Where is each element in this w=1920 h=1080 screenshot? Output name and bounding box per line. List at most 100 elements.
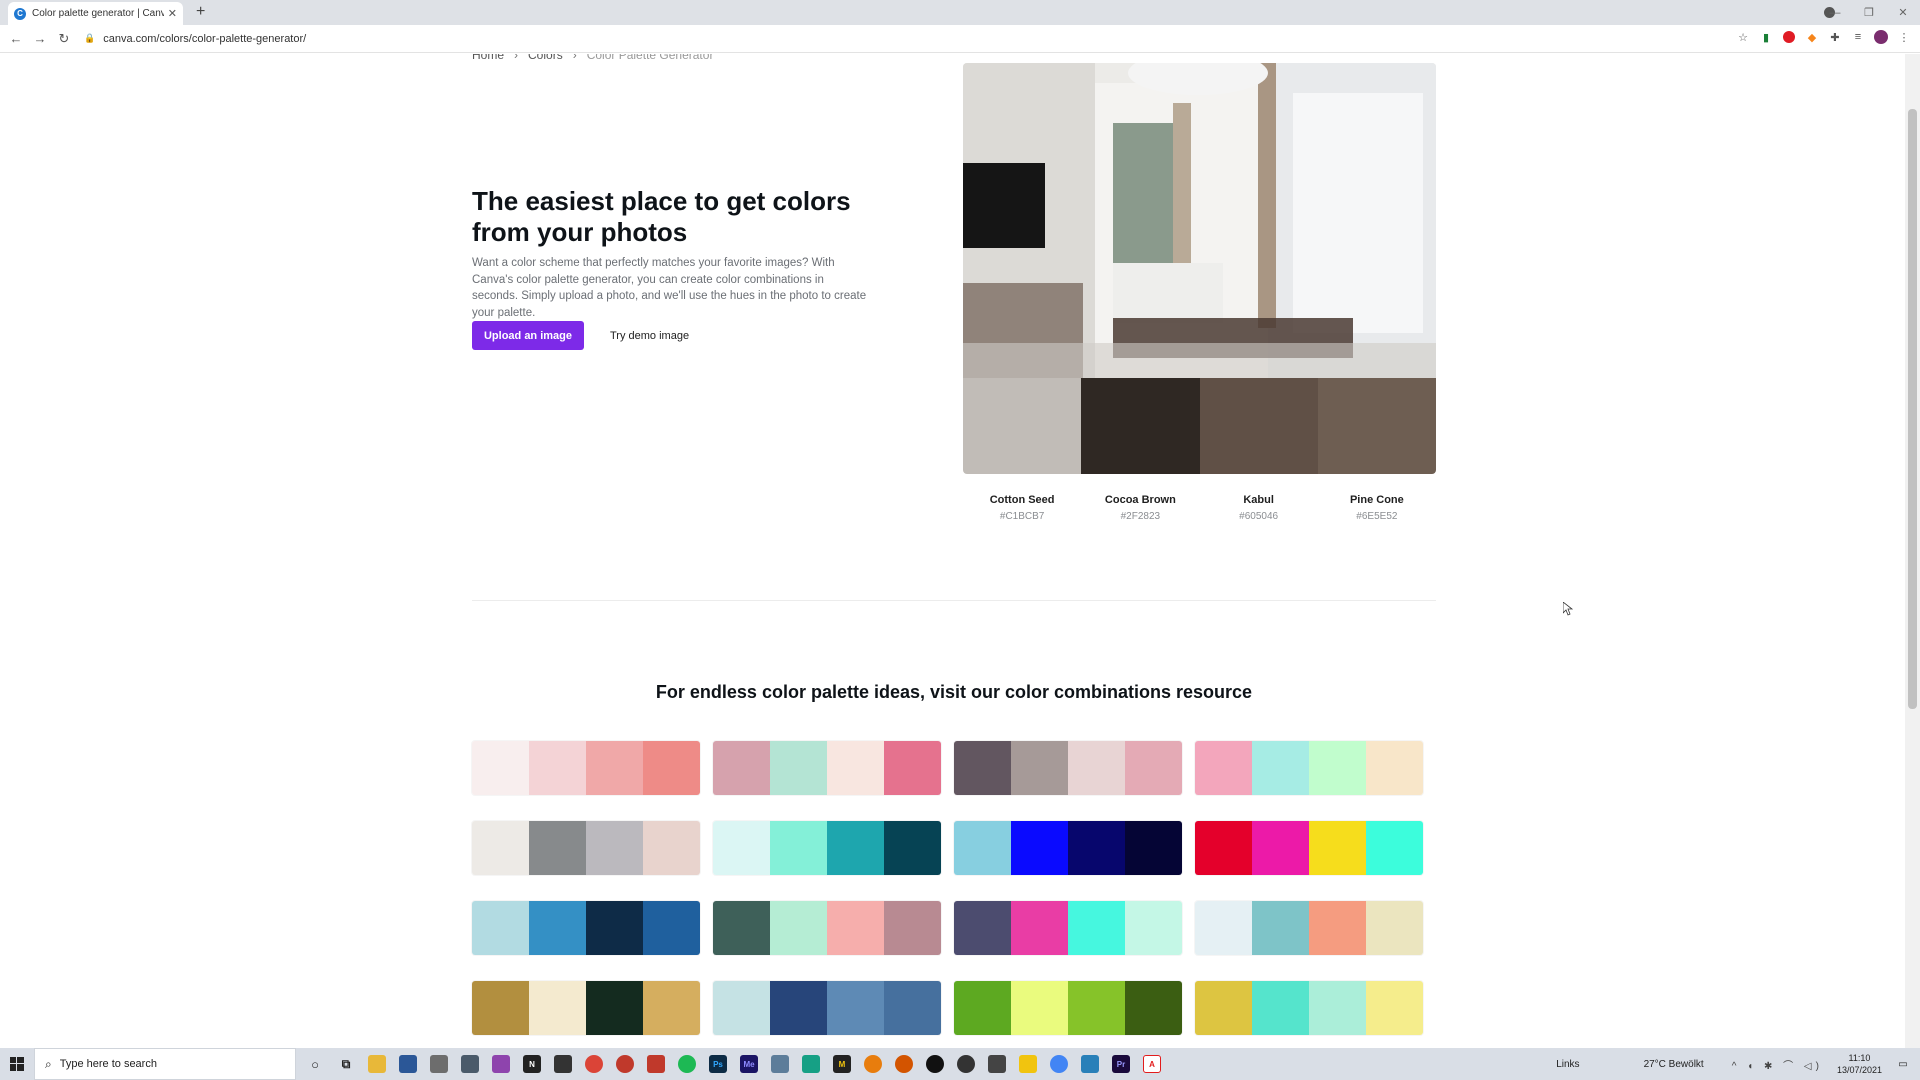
blender-icon[interactable] — [864, 1055, 882, 1073]
palette-color-swatch — [1068, 741, 1125, 795]
palette-idea[interactable] — [713, 981, 941, 1035]
palette-idea[interactable] — [1195, 981, 1423, 1035]
palette-idea[interactable] — [954, 981, 1182, 1035]
weather-widget[interactable]: 27°C Bewölkt — [1644, 1059, 1704, 1070]
upload-image-button[interactable]: Upload an image — [472, 321, 584, 350]
opera-extension-icon[interactable] — [1781, 29, 1797, 45]
scrollbar-thumb[interactable] — [1908, 109, 1917, 709]
file-explorer-icon[interactable] — [368, 1055, 386, 1073]
color-label[interactable]: Cotton Seed #C1BCB7 — [963, 494, 1081, 522]
app-gray-icon[interactable] — [430, 1055, 448, 1073]
app-dark-icon[interactable] — [554, 1055, 572, 1073]
obs-icon[interactable] — [957, 1055, 975, 1073]
palette-color-swatch — [586, 981, 643, 1035]
app-circle-icon[interactable] — [926, 1055, 944, 1073]
app-teal-icon[interactable] — [802, 1055, 820, 1073]
section-divider — [472, 600, 1436, 601]
reload-icon[interactable]: ↻ — [52, 31, 76, 47]
app-outline-icon[interactable] — [771, 1055, 789, 1073]
spotify-icon[interactable] — [678, 1055, 696, 1073]
palette-idea[interactable] — [954, 901, 1182, 955]
notion-icon[interactable]: N — [523, 1055, 541, 1073]
palette-idea[interactable] — [1195, 741, 1423, 795]
blender-alt-icon[interactable] — [895, 1055, 913, 1073]
app-cyan-icon[interactable] — [1081, 1055, 1099, 1073]
palette-color-swatch — [472, 741, 529, 795]
app-slate-icon[interactable] — [461, 1055, 479, 1073]
chrome-active-icon[interactable] — [1050, 1055, 1068, 1073]
puzzle-extensions-icon[interactable]: ✚ — [1827, 29, 1843, 45]
palette-color-swatch — [954, 741, 1011, 795]
minimize-icon[interactable]: — — [1818, 7, 1852, 19]
try-demo-image-button[interactable]: Try demo image — [598, 321, 701, 350]
palette-idea[interactable] — [1195, 821, 1423, 875]
avatar[interactable] — [1873, 29, 1889, 45]
color-swatch[interactable] — [1199, 378, 1318, 474]
calculator-icon[interactable] — [988, 1055, 1006, 1073]
notifications-icon[interactable]: ▭ — [1892, 1059, 1914, 1070]
metamask-icon[interactable]: ◆ — [1804, 29, 1820, 45]
window-close-icon[interactable]: ✕ — [1886, 6, 1920, 19]
page-scrollbar[interactable] — [1905, 54, 1920, 1048]
app-red-icon[interactable] — [647, 1055, 665, 1073]
palette-idea[interactable] — [713, 901, 941, 955]
app-purple-icon[interactable] — [492, 1055, 510, 1073]
breadcrumb-home[interactable]: Home — [472, 54, 504, 62]
palette-idea[interactable] — [954, 741, 1182, 795]
tab-close-icon[interactable]: ✕ — [168, 7, 177, 20]
canva-favicon-icon: C — [14, 7, 26, 20]
palette-color-swatch — [1252, 901, 1309, 955]
palette-idea[interactable] — [713, 741, 941, 795]
color-hex: #2F2823 — [1120, 511, 1161, 522]
palette-color-swatch — [1309, 981, 1366, 1035]
palette-idea[interactable] — [954, 821, 1182, 875]
palette-idea[interactable] — [713, 821, 941, 875]
interior-photo — [963, 63, 1436, 378]
app-blue-icon[interactable] — [399, 1055, 417, 1073]
bookmark-star-icon[interactable]: ☆ — [1735, 29, 1751, 45]
restore-icon[interactable]: ❐ — [1852, 6, 1886, 19]
palette-idea[interactable] — [472, 981, 700, 1035]
color-label[interactable]: Kabul #605046 — [1200, 494, 1318, 522]
taskbar-search-input[interactable]: ⌕ Type here to search — [34, 1048, 296, 1080]
cortana-icon[interactable]: ○ — [306, 1055, 324, 1073]
chrome-icon[interactable] — [585, 1055, 603, 1073]
color-swatch[interactable] — [1081, 378, 1200, 474]
breadcrumb-chevron-icon: › — [514, 54, 519, 62]
media-encoder-icon[interactable]: Me — [740, 1055, 758, 1073]
color-swatch[interactable] — [963, 378, 1082, 474]
menu-kebab-icon[interactable]: ⋮ — [1896, 29, 1912, 45]
reading-list-icon[interactable]: ≡ — [1850, 29, 1866, 45]
color-swatch[interactable] — [1317, 378, 1436, 474]
premiere-icon[interactable]: Pr — [1112, 1055, 1130, 1073]
extension-green-icon[interactable]: ▮ — [1758, 29, 1774, 45]
palette-color-swatch — [472, 981, 529, 1035]
palette-color-swatch — [1011, 741, 1068, 795]
color-hex: #C1BCB7 — [999, 511, 1045, 522]
new-tab-icon[interactable]: + — [196, 3, 205, 21]
color-name: Kabul — [1243, 494, 1274, 506]
photoshop-icon[interactable]: Ps — [709, 1055, 727, 1073]
color-label[interactable]: Cocoa Brown #2F2823 — [1081, 494, 1199, 522]
palette-idea[interactable] — [1195, 901, 1423, 955]
browser-tab[interactable]: C Color palette generator | Canva ✕ — [8, 2, 183, 25]
breadcrumb-colors[interactable]: Colors — [528, 54, 563, 62]
palette-idea[interactable] — [472, 901, 700, 955]
app-m-icon[interactable]: M — [833, 1055, 851, 1073]
acrobat-icon[interactable]: A — [1143, 1055, 1161, 1073]
tray-icons[interactable]: ^ ◖ ✱ ⌒ ◁) — [1732, 1057, 1823, 1072]
windows-start-icon[interactable] — [0, 1048, 34, 1080]
back-icon[interactable]: ← — [4, 31, 28, 46]
forward-icon[interactable]: → — [28, 31, 52, 46]
palette-color-swatch — [1252, 821, 1309, 875]
palette-color-swatch — [1309, 821, 1366, 875]
taskbar-clock[interactable]: 11:10 13/07/2021 — [1837, 1052, 1882, 1076]
chrome-alt-icon[interactable] — [616, 1055, 634, 1073]
sticky-notes-icon[interactable] — [1019, 1055, 1037, 1073]
palette-idea[interactable] — [472, 741, 700, 795]
color-label[interactable]: Pine Cone #6E5E52 — [1318, 494, 1436, 522]
links-toolbar[interactable]: Links — [1556, 1059, 1579, 1070]
palette-idea[interactable] — [472, 821, 700, 875]
address-bar[interactable]: 🔒 canva.com/colors/color-palette-generat… — [84, 29, 1704, 49]
task-view-icon[interactable]: ⧉ — [337, 1055, 355, 1073]
